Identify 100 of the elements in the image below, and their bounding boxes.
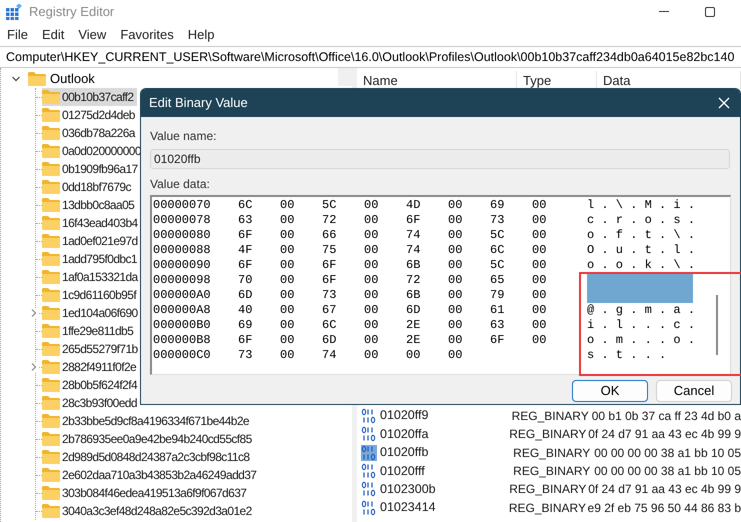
value-name-field[interactable]: 01020ffb xyxy=(150,149,730,169)
tree-item[interactable]: 1add795f0dbc1 xyxy=(42,250,141,268)
hex-byte: 63 xyxy=(238,213,252,227)
folder-icon xyxy=(42,126,60,140)
hex-byte: 69 xyxy=(238,318,252,332)
tree-item[interactable]: 1ed104a06f690 xyxy=(42,304,142,322)
value-name[interactable]: 01020ffa xyxy=(380,424,428,444)
value-name[interactable]: 01020fff xyxy=(380,462,425,480)
address-bar[interactable]: Computer\HKEY_CURRENT_USER\Software\Microsoft\Office\16.0\Outlook\Profiles\Outlook\00b10b37caff234db0a64015e82bc140 xyxy=(0,46,741,68)
hex-byte: 00 xyxy=(448,228,462,242)
hex-byte: 6B xyxy=(406,258,420,272)
hex-byte: 6F xyxy=(238,258,252,272)
tree-item-label: 2e602daa710a3b43853b2a46249add37 xyxy=(62,467,256,484)
tree-item[interactable]: Outlook xyxy=(50,70,95,88)
tree-item[interactable]: 0a0d020000000 xyxy=(42,142,145,160)
menu-item[interactable]: Favorites xyxy=(113,25,181,45)
tree-item[interactable]: 28c3b93f00edd xyxy=(42,394,141,412)
tree-item[interactable]: 2e602daa710a3b43853b2a46249add37 xyxy=(42,466,260,484)
tree-item[interactable]: 1c9d61160b95f xyxy=(42,286,140,304)
offset-cell-text: 000000B8 xyxy=(153,333,212,348)
tree-item[interactable]: 303b084f46edea419513a6f9f067d637 xyxy=(42,484,250,502)
hex-byte: 5C xyxy=(490,228,504,242)
value-name[interactable]: 0102300b xyxy=(380,480,436,499)
ok-button[interactable]: OK xyxy=(572,380,648,402)
offset-cell-text: 00000088 xyxy=(153,243,212,258)
tree-item-label: 0a0d020000000 xyxy=(62,143,141,160)
hex-byte: 6F xyxy=(490,333,504,348)
folder-icon xyxy=(42,396,60,410)
field-label: Value data: xyxy=(150,176,211,193)
tree-item[interactable]: 00b10b37caff2 xyxy=(42,88,138,106)
hex-byte: 00 xyxy=(280,243,294,257)
cancel-button[interactable]: Cancel xyxy=(656,380,732,402)
value-name[interactable]: 01020ff9 xyxy=(380,406,428,426)
hex-byte: 00 xyxy=(532,243,546,257)
chevron-icon[interactable] xyxy=(11,74,21,84)
hex-byte: 4D xyxy=(406,198,420,212)
tree-item[interactable]: 2d989d5d0848d24387a2c3cbf98c11c8 xyxy=(42,448,254,466)
hex-byte: 00 xyxy=(280,303,294,318)
offset-cell-text: 000000A0 xyxy=(153,288,212,304)
folder-icon xyxy=(42,198,60,212)
tree-item[interactable]: 1ffe29e811db5 xyxy=(42,322,138,340)
tree-item-label: 303b084f46edea419513a6f9f067d637 xyxy=(62,485,246,502)
value-type: REG_BINARY xyxy=(509,481,588,498)
offset-cell-text: 000000B0 xyxy=(153,318,212,334)
hex-byte: 73 xyxy=(322,288,336,302)
tree-item[interactable]: 2b33bbe5d9cf8a4196334f671be44b2e xyxy=(42,412,254,430)
tree-item-label: 2b33bbe5d9cf8a4196334f671be44b2e xyxy=(62,413,250,430)
tree-item-label: 1ad0ef021e97d xyxy=(62,233,138,250)
tree-item[interactable]: 16f43ead403b4 xyxy=(42,214,142,232)
hex-byte: 00 xyxy=(280,333,294,348)
value-name[interactable]: 01020ffb xyxy=(380,443,428,462)
menu-item[interactable]: Edit xyxy=(34,25,72,45)
value-data: 00 00 00 00 38 a1 bb 10 05 xyxy=(594,444,741,462)
value-type: REG_BINARY xyxy=(512,408,590,425)
value-name[interactable]: 01023414 xyxy=(380,498,436,518)
menu-item[interactable]: View xyxy=(71,25,114,45)
tree-item[interactable]: 036db78a226a xyxy=(42,124,139,142)
hex-byte: 00 xyxy=(532,213,546,227)
ascii-text: o . f . t . \ . xyxy=(587,228,696,243)
hex-byte: 6C xyxy=(238,198,252,212)
menu-item[interactable]: File xyxy=(0,25,35,45)
tree-item[interactable]: 0b1909fb96a17 xyxy=(42,160,142,178)
hex-byte: 00 xyxy=(448,348,462,362)
scrollbar-thumb[interactable] xyxy=(716,295,718,355)
folder-icon xyxy=(42,180,60,194)
tree-item[interactable]: 01275d2d4deb xyxy=(42,106,139,124)
menu-item[interactable]: Help xyxy=(180,25,222,45)
hex-byte: 65 xyxy=(490,273,504,287)
offset-cell-text: 000000A8 xyxy=(153,303,212,318)
hex-byte: 00 xyxy=(364,243,378,257)
hex-editor[interactable] xyxy=(150,195,731,375)
value-type: REG_BINARY xyxy=(509,426,588,444)
tree-item[interactable]: 0dd18bf7679c xyxy=(42,178,135,196)
hex-byte: 00 xyxy=(280,198,294,212)
close-icon[interactable] xyxy=(718,97,730,109)
hex-byte: 00 xyxy=(280,318,294,332)
tree-item[interactable]: 1af0a153321da xyxy=(42,268,142,286)
minimize-icon xyxy=(659,11,669,13)
hex-byte: 00 xyxy=(364,333,378,348)
tree-item[interactable]: 2b786935ee0a9e42be94b240cd55cf85 xyxy=(42,430,256,448)
value-data: 0f 24 d7 91 aa 43 ec 4b 99 9 xyxy=(588,426,741,444)
folder-icon xyxy=(42,270,60,284)
folder-icon xyxy=(42,432,60,446)
ascii-text: O . u . t . l . xyxy=(587,243,696,258)
hex-byte: 72 xyxy=(406,273,420,287)
tree-item-label: 28b0b5f624f2f4 xyxy=(62,377,138,394)
tree-item[interactable]: 2882f4911f0f2e xyxy=(42,358,140,376)
hex-byte: 73 xyxy=(490,213,504,227)
tree-item[interactable]: 13dbb0c8aa05 xyxy=(42,196,138,214)
tree-item[interactable]: 3040a3c3ef48d248a82e5c392d3a01e2 xyxy=(42,502,256,520)
folder-icon xyxy=(42,342,60,356)
hex-byte: 6D xyxy=(406,303,420,318)
ascii-text: @ . g . m . a . xyxy=(587,303,696,318)
tree-item[interactable]: 1ad0ef021e97d xyxy=(42,232,142,250)
tree-item[interactable]: 265d55279f71b xyxy=(42,340,142,358)
folder-icon xyxy=(42,450,60,464)
tree-item-label: 265d55279f71b xyxy=(62,341,138,358)
tree-item[interactable]: 28b0b5f624f2f4 xyxy=(42,376,142,394)
hex-byte: 00 xyxy=(448,258,462,272)
app-icon xyxy=(6,4,22,20)
